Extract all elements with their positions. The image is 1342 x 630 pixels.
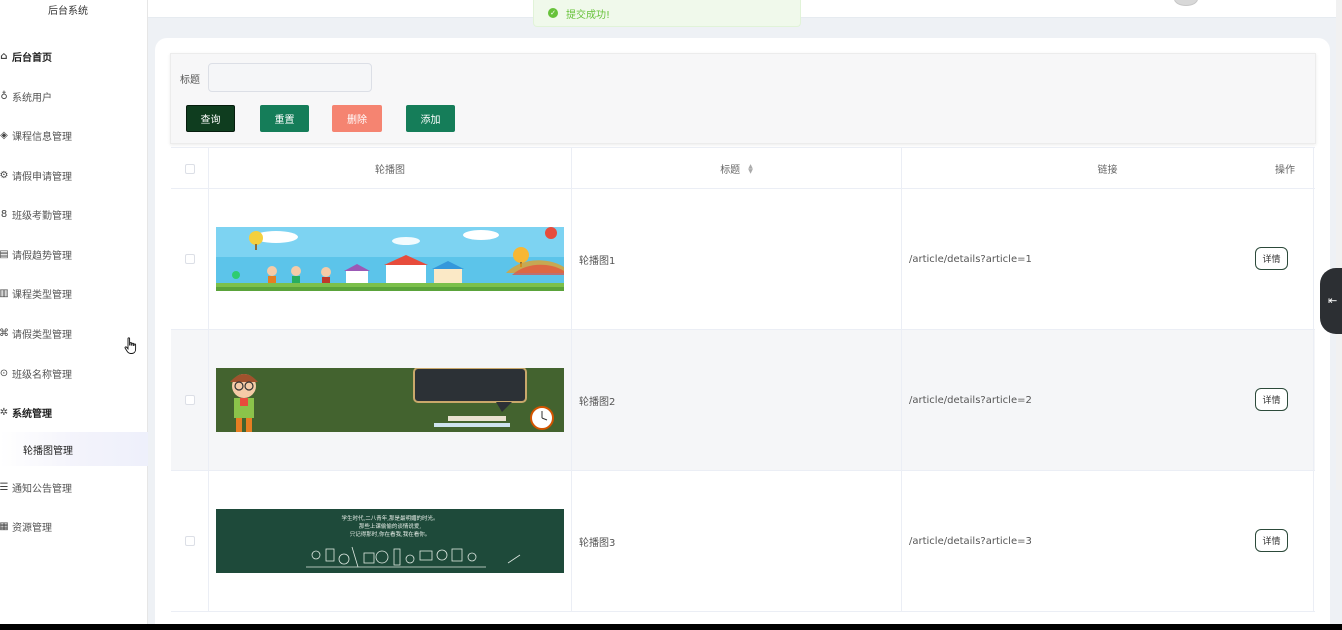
sidebar-item-label: 资源管理 (12, 522, 52, 534)
checkbox[interactable] (184, 536, 195, 546)
header-image: 轮播图 (209, 148, 572, 189)
sidebar-item-label: 请假趋势管理 (12, 250, 72, 262)
comment-icon: ⊙ (0, 367, 9, 379)
table-header: 轮播图 标题 ▲ ▼ 链接 操作 (171, 147, 1315, 189)
sidebar-item-course-type[interactable]: ▥ 课程类型管理 (0, 283, 72, 303)
checkbox[interactable] (184, 254, 195, 264)
detail-button[interactable]: 详情 (1255, 388, 1288, 411)
sidebar-item-label: 课程信息管理 (12, 131, 72, 143)
bottom-strip (0, 624, 1342, 630)
link-cell: /article/details?article=3 (902, 471, 1314, 611)
table-row: 轮播图2 /article/details?article=2 详情 (171, 330, 1315, 471)
detail-button[interactable]: 详情 (1255, 529, 1288, 552)
header-link: 链接 (902, 148, 1314, 189)
header-select-all[interactable] (171, 148, 209, 189)
sidebar-item-label: 请假申请管理 (12, 171, 72, 183)
query-button[interactable]: 查询 (186, 105, 235, 132)
sidebar-item-label: 后台首页 (12, 52, 52, 64)
sidebar-item-system-users[interactable]: ♁ 系统用户 (0, 86, 52, 106)
title-cell: 轮播图2 (572, 330, 902, 470)
sidebar-item-system-manage[interactable]: ✲ 系统管理 (0, 402, 52, 422)
sidebar-subitem-carousel[interactable]: 轮播图管理 (0, 432, 148, 466)
sidebar-item-course-info[interactable]: ◈ 课程信息管理 (0, 125, 72, 145)
carousel-image-cartoon-kids (216, 227, 564, 291)
detail-button[interactable]: 详情 (1255, 247, 1288, 270)
indent-icon: ⇤ (1328, 294, 1338, 307)
sidebar-item-leave-apply[interactable]: ⚙ 请假申请管理 (0, 165, 72, 185)
carousel-image-chalkboard-boy (216, 368, 564, 432)
header-action: 操作 (1275, 165, 1295, 176)
sidebar-item-notice[interactable]: ☰ 通知公告管理 (0, 477, 72, 497)
home-icon: ⌂ (0, 50, 8, 62)
tools-icon: ✲ (0, 406, 9, 418)
image-cell: 学生时代,二八青年,那是最明媚的时光。 那些上课偷偷的谈情说爱, 只记得那时,你… (209, 471, 572, 611)
row-select-cell (171, 471, 209, 611)
doodle-icons (306, 546, 521, 568)
sidebar: 后台系统 ⌂ 后台首页 ♁ 系统用户 ◈ 课程信息管理 ⚙ 请假申请管理 8 班级考勤管理… (0, 0, 148, 624)
sidebar-item-resources[interactable]: ▦ 资源管理 (0, 516, 52, 536)
add-button[interactable]: 添加 (406, 105, 455, 132)
link-cell: /article/details?article=1 (902, 189, 1314, 329)
reset-button[interactable]: 重置 (260, 105, 309, 132)
sidebar-item-label: 请假类型管理 (12, 329, 72, 341)
checkbox[interactable] (184, 163, 195, 174)
header-title[interactable]: 标题 ▲ ▼ (572, 148, 902, 189)
sidebar-item-label: 通知公告管理 (12, 483, 72, 495)
row-select-cell (171, 189, 209, 329)
list-icon: ☰ (0, 481, 9, 493)
table-row (171, 612, 1315, 624)
image-cell (209, 330, 572, 470)
app-window: 后台系统 ⌂ 后台首页 ♁ 系统用户 ◈ 课程信息管理 ⚙ 请假申请管理 8 班级考勤管理… (0, 0, 1342, 624)
sidebar-item-class-attendance[interactable]: 8 班级考勤管理 (0, 204, 72, 224)
success-toast: ✓ 提交成功! (533, 0, 801, 27)
brand-title: 后台系统 (48, 6, 88, 17)
toast-message: 提交成功! (566, 9, 611, 21)
row-select-cell (171, 330, 209, 470)
side-panel-toggle[interactable]: ⇤ (1320, 268, 1342, 334)
checkbox[interactable] (184, 395, 195, 405)
link-icon: 8 (0, 208, 8, 220)
notebook-icon: ▥ (0, 287, 9, 299)
image-cell (209, 189, 572, 329)
cube-icon: ◈ (0, 129, 8, 141)
page-scrollbar[interactable] (1336, 0, 1342, 490)
sidebar-subitem-label: 轮播图管理 (23, 445, 73, 457)
header-title-label: 标题 (720, 165, 741, 176)
sidebar-item-label: 系统管理 (12, 408, 52, 420)
user-icon: ♁ (0, 90, 8, 102)
sort-caret-icon[interactable]: ▲ ▼ (748, 163, 753, 174)
sidebar-item-label: 班级名称管理 (12, 369, 72, 381)
document-icon: ▤ (0, 248, 9, 260)
sidebar-item-label: 课程类型管理 (12, 289, 72, 301)
sidebar-item-leave-type[interactable]: ⌘ 请假类型管理 (0, 323, 72, 343)
title-filter-input[interactable] (208, 63, 372, 92)
gear-icon: ⚙ (0, 169, 9, 181)
avatar[interactable] (1174, 0, 1198, 6)
sidebar-item-label: 系统用户 (12, 92, 52, 104)
share-icon: ⌘ (0, 327, 9, 339)
sidebar-item-label: 班级考勤管理 (12, 210, 72, 222)
sidebar-item-class-name[interactable]: ⊙ 班级名称管理 (0, 363, 72, 383)
link-cell: /article/details?article=2 (902, 330, 1314, 470)
title-cell: 轮播图3 (572, 471, 902, 611)
resource-icon: ▦ (0, 520, 9, 532)
sidebar-item-home[interactable]: ⌂ 后台首页 (0, 46, 52, 66)
table-row: 学生时代,二八青年,那是最明媚的时光。 那些上课偷偷的谈情说爱, 只记得那时,你… (171, 471, 1315, 612)
sidebar-item-leave-trend[interactable]: ▤ 请假趋势管理 (0, 244, 72, 264)
hand-cursor-icon (124, 337, 137, 354)
title-cell: 轮播图1 (572, 189, 902, 329)
delete-button[interactable]: 删除 (332, 105, 382, 132)
carousel-image-blackboard-quote: 学生时代,二八青年,那是最明媚的时光。 那些上课偷偷的谈情说爱, 只记得那时,你… (216, 509, 564, 573)
title-filter-label: 标题 (180, 75, 200, 86)
table-row: 轮播图1 /article/details?article=1 详情 (171, 189, 1315, 330)
check-circle-icon: ✓ (548, 8, 558, 18)
